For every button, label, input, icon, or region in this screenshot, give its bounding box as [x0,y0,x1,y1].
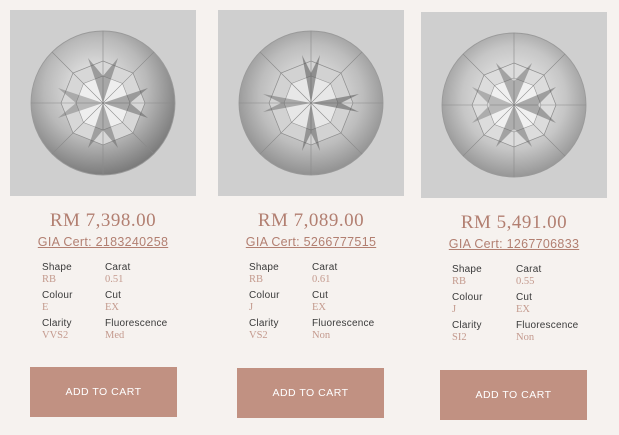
spec-colour: Colour J [249,290,280,313]
diamond-icon [441,32,587,178]
spec-shape: Shape RB [42,262,72,285]
spec-carat: Carat 0.55 [516,264,542,287]
gia-cert-link[interactable]: GIA Cert: 5266777515 [218,235,404,249]
gia-cert-link[interactable]: GIA Cert: 1267706833 [421,237,607,251]
add-to-cart-button[interactable]: ADD TO CART [30,367,177,417]
diamond-icon [238,30,384,176]
spec-fluorescence: Fluorescence Non [312,318,375,341]
add-to-cart-button[interactable]: ADD TO CART [440,370,587,420]
spec-colour: Colour J [452,292,483,315]
gia-cert-link[interactable]: GIA Cert: 2183240258 [10,235,196,249]
spec-cut: Cut EX [105,290,122,313]
spec-fluorescence: Fluorescence Med [105,318,168,341]
spec-shape: Shape RB [249,262,279,285]
spec-clarity: Clarity SI2 [452,320,482,343]
price: RM 5,491.00 [460,212,568,233]
spec-carat: Carat 0.51 [105,262,131,285]
spec-shape: Shape RB [452,264,482,287]
spec-clarity: Clarity VS2 [249,318,279,341]
diamond-icon [30,30,176,176]
spec-fluorescence: Fluorescence Non [516,320,579,343]
spec-cut: Cut EX [516,292,533,315]
add-to-cart-button[interactable]: ADD TO CART [237,368,384,418]
spec-clarity: Clarity VVS2 [42,318,72,341]
spec-cut: Cut EX [312,290,329,313]
price: RM 7,089.00 [257,210,365,231]
price: RM 7,398.00 [49,210,157,231]
diamond-image[interactable] [421,12,607,198]
spec-colour: Colour E [42,290,73,313]
spec-carat: Carat 0.61 [312,262,338,285]
diamond-image[interactable] [218,10,404,196]
diamond-image[interactable] [10,10,196,196]
